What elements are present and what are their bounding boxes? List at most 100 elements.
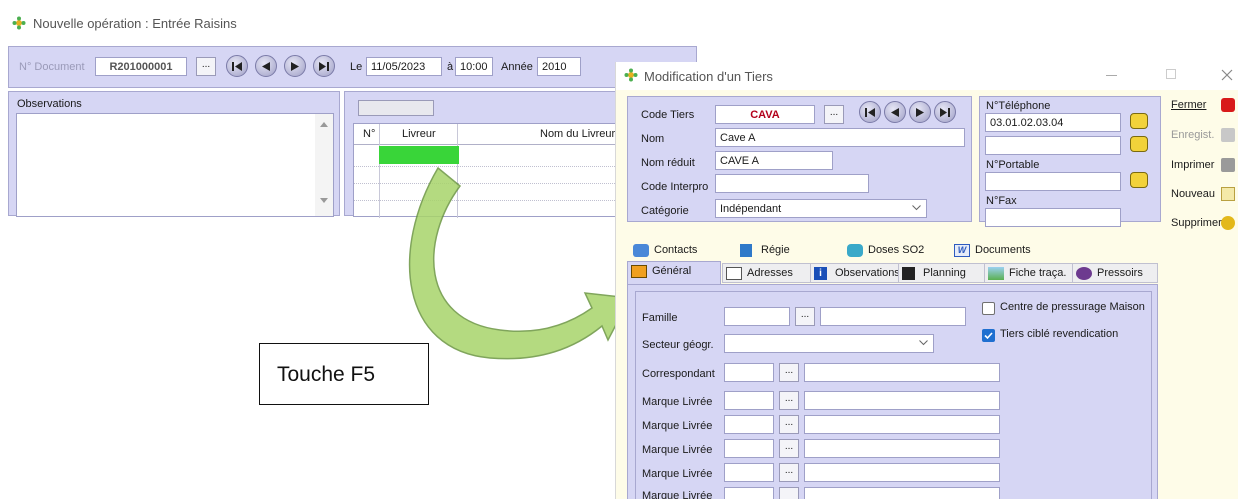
next-record-button[interactable] <box>284 55 306 77</box>
general-tab-panel: Famille ... Secteur géogr. Correspondant… <box>627 284 1158 499</box>
code-tiers-field[interactable]: CAVA <box>715 105 815 124</box>
marque-livree-label: Marque Livrée <box>642 444 713 456</box>
famille-label: Famille <box>642 312 678 324</box>
maximize-icon[interactable] <box>1166 69 1176 79</box>
correspondant-browse-button[interactable]: ... <box>779 363 799 382</box>
telephone2-field[interactable] <box>985 136 1121 155</box>
close-icon[interactable] <box>1221 69 1233 81</box>
dialog-titlebar: Modification d'un Tiers <box>616 62 1238 90</box>
first-record-button[interactable] <box>859 101 881 123</box>
last-record-button[interactable] <box>934 101 956 123</box>
next-record-button[interactable] <box>909 101 931 123</box>
categorie-value: Indépendant <box>720 203 782 215</box>
fermer-label: Fermer <box>1171 99 1207 111</box>
tab-contacts[interactable]: Contacts <box>630 241 734 261</box>
observations-scrollbar[interactable] <box>315 114 333 216</box>
observations-textarea[interactable] <box>16 113 334 217</box>
marque-code-field[interactable] <box>724 487 774 499</box>
tab-planning-label: Planning <box>923 267 966 279</box>
tab-fiche-traca[interactable]: Fiche traça. <box>984 263 1074 283</box>
observations-panel: Observations <box>8 91 340 217</box>
tab-observations[interactable]: i Observations <box>810 263 900 283</box>
marque-code-field[interactable] <box>724 463 774 482</box>
nom-label: Nom <box>641 133 665 145</box>
marque-name-field[interactable] <box>804 415 1000 434</box>
bg-titlebar: Nouvelle opération : Entrée Raisins <box>0 0 697 44</box>
centre-pressurage-checkbox[interactable] <box>982 302 995 315</box>
categorie-select[interactable]: Indépendant <box>715 199 927 218</box>
landscape-icon <box>988 267 1004 280</box>
tiers-cible-label: Tiers ciblé revendication <box>1000 328 1119 340</box>
phone-dial-icon[interactable] <box>1130 136 1148 152</box>
dialog-title: Modification d'un Tiers <box>644 69 773 84</box>
doc-browse-button[interactable]: ... <box>196 57 216 76</box>
prev-record-button[interactable] <box>884 101 906 123</box>
annotation-box: Touche F5 <box>259 343 429 405</box>
chevron-down-icon[interactable] <box>912 205 921 211</box>
supprimer-button[interactable]: Supprimer <box>1171 214 1235 234</box>
tab-adresses[interactable]: Adresses <box>722 263 814 283</box>
marque-code-field[interactable] <box>724 439 774 458</box>
scroll-down-icon[interactable] <box>320 198 328 203</box>
chevron-down-icon[interactable] <box>919 340 928 346</box>
portable-label: N°Portable <box>986 159 1040 171</box>
marque-name-field[interactable] <box>804 463 1000 482</box>
code-interpro-field[interactable] <box>715 174 869 193</box>
tab-doses-so2[interactable]: Doses SO2 <box>844 241 948 261</box>
tab-planning[interactable]: Planning <box>898 263 986 283</box>
tab-pressoirs-label: Pressoirs <box>1097 267 1143 279</box>
famille-name-field[interactable] <box>820 307 966 326</box>
marque-name-field[interactable] <box>804 439 1000 458</box>
telephone-field[interactable]: 03.01.02.03.04 <box>985 113 1121 132</box>
tab-pressoirs[interactable]: Pressoirs <box>1072 263 1158 283</box>
famille-browse-button[interactable]: ... <box>795 307 815 326</box>
prev-record-button[interactable] <box>255 55 277 77</box>
tab-general-label: Général <box>652 265 692 277</box>
tab-regie[interactable]: Régie <box>737 241 841 261</box>
correspondant-name-field[interactable] <box>804 363 1000 382</box>
marque-browse-button[interactable]: ... <box>779 439 799 458</box>
close-door-icon <box>1221 98 1235 112</box>
doc-number-field[interactable]: R201000001 <box>95 57 187 76</box>
time-field[interactable]: 10:00 <box>455 57 493 76</box>
secteur-select[interactable] <box>724 334 934 353</box>
marque-browse-button[interactable]: ... <box>779 463 799 482</box>
year-field[interactable]: 2010 <box>537 57 581 76</box>
date-field[interactable]: 11/05/2023 <box>366 57 442 76</box>
nouveau-button[interactable]: Nouveau <box>1171 185 1235 205</box>
fax-field[interactable] <box>985 208 1121 227</box>
marque-name-field[interactable] <box>804 391 1000 410</box>
enregistrer-label: Enregist. <box>1171 129 1215 141</box>
fermer-button[interactable]: Fermer <box>1171 96 1235 116</box>
marque-name-field[interactable] <box>804 487 1000 499</box>
first-record-button[interactable] <box>226 55 248 77</box>
tab-general[interactable]: Général <box>627 261 721 285</box>
info-icon <box>631 265 647 278</box>
correspondant-code-field[interactable] <box>724 363 774 382</box>
imprimer-button[interactable]: Imprimer <box>1171 156 1235 176</box>
address-card-icon <box>726 267 742 280</box>
supprimer-label: Supprimer <box>1171 217 1222 229</box>
nom-reduit-field[interactable]: CAVE A <box>715 151 833 170</box>
marque-code-field[interactable] <box>724 391 774 410</box>
marque-code-field[interactable] <box>724 415 774 434</box>
tab-fiche-traca-label: Fiche traça. <box>1009 267 1067 279</box>
famille-code-field[interactable] <box>724 307 790 326</box>
marque-browse-button[interactable] <box>779 487 799 499</box>
code-tiers-browse-button[interactable]: ... <box>824 105 844 124</box>
scroll-up-icon[interactable] <box>320 122 328 127</box>
tab-documents[interactable]: W Documents <box>951 241 1055 261</box>
grid-header-livreur: Livreur <box>402 128 436 140</box>
phone-dial-icon[interactable] <box>1130 172 1148 188</box>
phone-dial-icon[interactable] <box>1130 113 1148 129</box>
minimize-icon[interactable] <box>1106 75 1117 76</box>
last-record-button[interactable] <box>313 55 335 77</box>
marque-browse-button[interactable]: ... <box>779 415 799 434</box>
enregistrer-button[interactable]: Enregist. <box>1171 126 1235 146</box>
tab-regie-label: Régie <box>761 244 790 256</box>
portable-field[interactable] <box>985 172 1121 191</box>
tiers-cible-checkbox[interactable] <box>982 329 995 342</box>
bg-window-title: Nouvelle opération : Entrée Raisins <box>33 16 237 31</box>
marque-browse-button[interactable]: ... <box>779 391 799 410</box>
nom-field[interactable]: Cave A <box>715 128 965 147</box>
